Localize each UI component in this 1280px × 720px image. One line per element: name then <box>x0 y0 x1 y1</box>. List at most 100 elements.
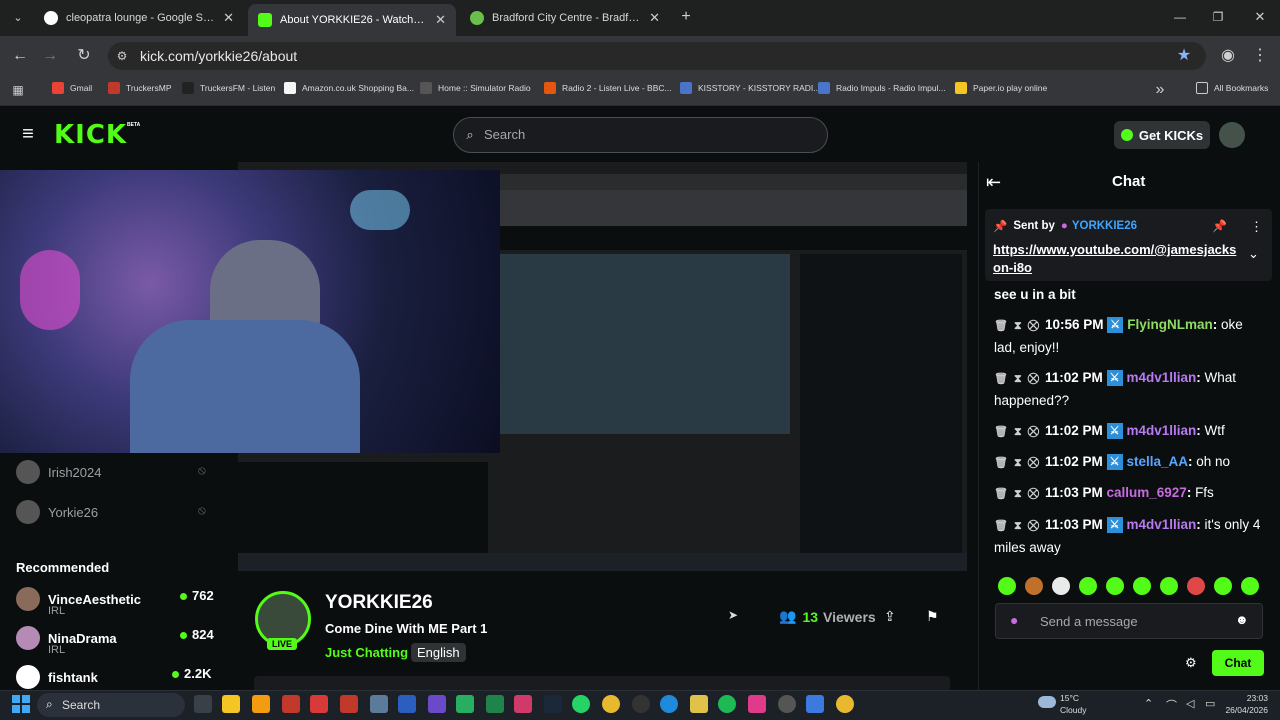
back-icon[interactable]: ← <box>10 46 30 66</box>
delete-icon[interactable]: 🗑 <box>994 488 1008 500</box>
delete-icon[interactable]: 🗑 <box>994 426 1008 438</box>
window-close-icon[interactable]: ✕ <box>1250 7 1270 27</box>
battery-icon[interactable]: ▭ <box>1205 697 1215 710</box>
get-kicks-button[interactable]: Get KICKs <box>1114 121 1210 149</box>
sidebar-item-ninadrama[interactable]: NinaDrama <box>16 626 117 650</box>
app-icon[interactable] <box>632 695 650 713</box>
timeout-icon[interactable]: ⧗ <box>1014 488 1022 500</box>
emote-icon[interactable] <box>1133 577 1151 595</box>
category-link[interactable]: Just Chatting <box>325 645 408 660</box>
emote-icon[interactable] <box>1187 577 1205 595</box>
app-icon[interactable] <box>370 695 388 713</box>
clock-date[interactable]: 26/04/2026 <box>1216 705 1268 715</box>
tab-kick[interactable]: About YORKKIE26 - Watch Live on Kick ✕ <box>248 4 456 36</box>
bookmark-radio-impuls[interactable]: Radio Impuls - Radio Impul... <box>818 82 946 94</box>
app-icon[interactable] <box>514 695 532 713</box>
bookmark-paperio[interactable]: Paper.io play online <box>955 82 1047 94</box>
user-avatar[interactable] <box>1219 122 1245 148</box>
bookmark-truckersmp[interactable]: TruckersMP <box>108 82 172 94</box>
tab-bradford[interactable]: Bradford City Centre - Bradford Escorts … <box>460 4 670 32</box>
profile-icon[interactable]: ◉ <box>1218 46 1238 66</box>
spotify-icon[interactable] <box>718 695 736 713</box>
file-explorer-icon[interactable] <box>222 695 240 713</box>
ban-icon[interactable]: ⛒ <box>1028 457 1039 469</box>
kick-logo[interactable]: KICK <box>54 120 127 150</box>
sidebar-following-irish2024[interactable]: Irish2024 <box>16 460 101 484</box>
bookmark-radio2[interactable]: Radio 2 - Listen Live - BBC... <box>544 82 672 94</box>
send-chat-button[interactable]: Chat <box>1212 650 1264 676</box>
timeout-icon[interactable]: ⧗ <box>1014 457 1022 469</box>
delete-icon[interactable]: 🗑 <box>994 373 1008 385</box>
apps-icon[interactable]: ▦ <box>8 80 28 100</box>
delete-icon[interactable]: 🗑 <box>994 320 1008 332</box>
sidebar-item-fishtank[interactable]: fishtank <box>16 665 98 689</box>
more-options-icon[interactable]: ⋮ <box>1250 219 1263 235</box>
sidebar-item-vinceaesthetic[interactable]: VinceAesthetic <box>16 587 141 611</box>
unpin-icon[interactable]: 📌 <box>1212 219 1227 233</box>
timeout-icon[interactable]: ⧗ <box>1014 373 1022 385</box>
whatsapp-icon[interactable] <box>572 695 590 713</box>
emote-icon[interactable] <box>1052 577 1070 595</box>
pinned-link[interactable]: https://www.youtube.com/@jamesjackson-i8… <box>993 241 1243 277</box>
edge-icon[interactable] <box>660 695 678 713</box>
timeout-icon[interactable]: ⧗ <box>1014 520 1022 532</box>
bookmark-amazon[interactable]: Amazon.co.uk Shopping Ba... <box>284 82 414 94</box>
emote-icon[interactable] <box>1214 577 1232 595</box>
chevron-down-icon[interactable]: ⌄ <box>1248 246 1259 262</box>
url-text[interactable]: kick.com/yorkkie26/about <box>140 48 297 64</box>
emote-icon[interactable] <box>1079 577 1097 595</box>
task-view-icon[interactable] <box>194 695 212 713</box>
share-icon[interactable]: ⇪ <box>884 608 896 625</box>
timeout-icon[interactable]: ⧗ <box>1014 320 1022 332</box>
volume-icon[interactable]: ◁ <box>1186 697 1194 710</box>
app-icon[interactable] <box>340 695 358 713</box>
ban-icon[interactable]: ⛒ <box>1028 320 1039 332</box>
emote-icon[interactable] <box>1106 577 1124 595</box>
menu-icon[interactable]: ⋮ <box>1250 46 1270 66</box>
hamburger-menu-icon[interactable]: ≡ <box>18 124 38 144</box>
ban-icon[interactable]: ⛒ <box>1028 426 1039 438</box>
app-icon[interactable] <box>806 695 824 713</box>
close-icon[interactable]: ✕ <box>649 10 660 26</box>
tab-google-search[interactable]: cleopatra lounge - Google Search ✕ <box>34 4 244 32</box>
app-icon[interactable] <box>428 695 446 713</box>
chrome-active-icon[interactable] <box>836 695 854 713</box>
app-icon[interactable] <box>486 695 504 713</box>
bookmark-star-icon[interactable]: ★ <box>1174 46 1194 66</box>
reload-icon[interactable]: ↻ <box>74 46 94 66</box>
emoji-icon[interactable]: ☻ <box>1235 612 1249 627</box>
emote-icon[interactable] <box>1241 577 1259 595</box>
ban-icon[interactable]: ⛒ <box>1028 520 1039 532</box>
tiktok-icon[interactable] <box>748 695 766 713</box>
ban-icon[interactable]: ⛒ <box>1028 488 1039 500</box>
delete-icon[interactable]: 🗑 <box>994 457 1008 469</box>
maximize-icon[interactable]: ❐ <box>1208 7 1228 27</box>
language-tag[interactable]: English <box>411 643 466 662</box>
network-icon[interactable]: ⌒ <box>1166 697 1177 713</box>
windows-start-icon[interactable] <box>12 695 30 713</box>
more-bookmarks-icon[interactable]: » <box>1150 80 1170 100</box>
bookmark-simulator-radio[interactable]: Home :: Simulator Radio <box>420 82 531 94</box>
minimize-icon[interactable]: — <box>1170 7 1190 27</box>
follow-icon[interactable]: ⚑ <box>926 608 939 625</box>
all-bookmarks[interactable]: All Bookmarks <box>1196 82 1268 94</box>
ban-icon[interactable]: ⛒ <box>1028 373 1039 385</box>
chrome-icon[interactable] <box>602 695 620 713</box>
tray-chevron-icon[interactable]: ⌃ <box>1144 697 1153 710</box>
app-icon[interactable] <box>252 695 270 713</box>
emote-icon[interactable] <box>998 577 1016 595</box>
app-icon[interactable] <box>398 695 416 713</box>
delete-icon[interactable]: 🗑 <box>994 520 1008 532</box>
collapse-chat-icon[interactable]: ⇤ <box>986 172 1001 193</box>
emote-icon[interactable] <box>1025 577 1043 595</box>
bookmark-kisstory[interactable]: KISSTORY - KISSTORY RADI... <box>680 82 820 94</box>
app-icon[interactable] <box>310 695 328 713</box>
sidebar-following-yorkie26[interactable]: Yorkie26 <box>16 500 98 524</box>
site-info-icon[interactable]: ⚙ <box>112 46 132 66</box>
timeout-icon[interactable]: ⧗ <box>1014 426 1022 438</box>
app-icon[interactable] <box>690 695 708 713</box>
tab-search-icon[interactable]: ⌄ <box>8 8 28 28</box>
app-icon[interactable] <box>282 695 300 713</box>
bookmark-gmail[interactable]: Gmail <box>52 82 92 94</box>
app-icon[interactable] <box>778 695 796 713</box>
